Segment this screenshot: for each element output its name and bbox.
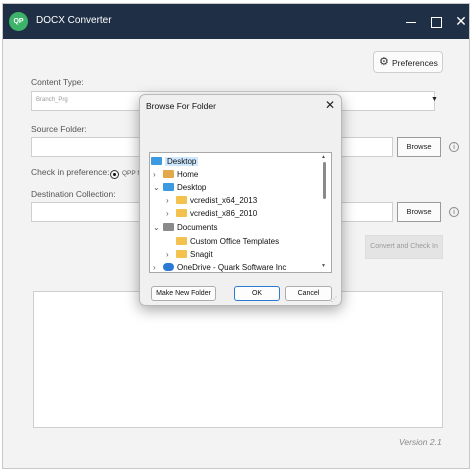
cancel-button[interactable]: Cancel [285,286,332,301]
folder-icon [176,250,187,258]
resize-grip-icon[interactable]: ⋰ [331,296,337,303]
tree-item-snagit[interactable]: Snagit [176,248,213,261]
folder-icon [176,209,187,217]
tree-item-desktop[interactable]: Desktop [163,181,206,194]
content-type-label: Content Type: [31,77,84,87]
chevron-down-icon[interactable]: ▼ [431,96,438,103]
tree-item-vcredist-x64[interactable]: vcredist_x64_2013 [176,194,257,207]
tree-item-vcredist-x86[interactable]: vcredist_x86_2010 [176,207,257,220]
check-in-preference-label: Check in preference: [31,167,110,177]
chevron-right-icon[interactable]: › [166,207,169,220]
folder-icon [176,237,187,245]
chevron-right-icon[interactable]: › [153,261,156,272]
folder-tree[interactable]: Desktop › Home ⌄ Desktop › vcredist_x64_… [149,152,332,273]
scroll-up-icon[interactable]: ▲ [321,154,326,160]
tree-item-documents[interactable]: Documents [163,221,217,234]
chevron-right-icon[interactable]: › [153,168,156,181]
browse-for-folder-dialog: Browse For Folder ✕ Desktop › Home ⌄ Des… [139,94,342,306]
preferences-button[interactable]: ⚙ Preferences [373,51,443,73]
minimize-icon [406,21,416,23]
window-title: DOCX Converter [36,15,112,26]
convert-and-check-in-button[interactable]: Convert and Check In [365,235,443,259]
dialog-close-icon[interactable]: ✕ [325,98,335,112]
source-folder-label: Source Folder: [31,124,87,134]
tree-item-home[interactable]: Home [163,168,198,181]
chevron-right-icon[interactable]: › [166,194,169,207]
desktop-folder-icon [163,183,174,191]
ok-button[interactable]: OK [234,286,280,301]
tree-scrollbar-thumb[interactable] [323,162,326,199]
dialog-title: Browse For Folder [146,101,216,111]
close-icon: ✕ [455,13,467,29]
maximize-icon [430,16,442,28]
content-type-value: Branch_Prg [36,97,68,103]
scroll-down-icon[interactable]: ▼ [321,263,326,269]
minimize-button[interactable] [399,9,423,33]
qp-logo-icon: QP [9,12,28,31]
log-area[interactable] [33,291,443,428]
maximize-button[interactable] [424,9,448,33]
tree-item-custom-office-templates[interactable]: Custom Office Templates [176,235,279,248]
check-in-radio[interactable] [110,170,119,179]
close-button[interactable]: ✕ [449,9,473,33]
preferences-label: Preferences [392,58,438,68]
chevron-down-icon[interactable]: ⌄ [153,181,160,194]
destination-browse-button[interactable]: Browse [397,202,441,222]
source-info-icon[interactable]: i [449,142,459,152]
tree-item-desktop-root[interactable]: Desktop [151,155,199,168]
desktop-folder-icon [151,157,162,165]
chevron-down-icon[interactable]: ⌄ [153,221,160,234]
tree-item-onedrive[interactable]: OneDrive - Quark Software Inc [163,261,286,272]
gear-icon: ⚙ [379,56,389,68]
folder-icon [176,196,187,204]
destination-collection-label: Destination Collection: [31,189,116,199]
title-bar[interactable]: QP DOCX Converter ✕ [3,4,469,39]
destination-info-icon[interactable]: i [449,207,459,217]
chevron-right-icon[interactable]: › [166,248,169,261]
make-new-folder-button[interactable]: Make New Folder [151,286,216,301]
version-label: Version 2.1 [399,437,442,447]
source-browse-button[interactable]: Browse [397,137,441,157]
documents-folder-icon [163,223,174,231]
onedrive-cloud-icon [163,263,174,271]
home-icon [163,170,174,178]
